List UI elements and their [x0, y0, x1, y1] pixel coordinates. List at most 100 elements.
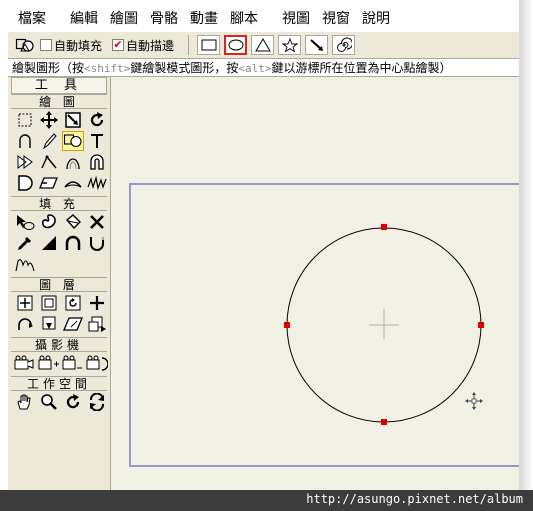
rotate-3d-icon[interactable] [38, 314, 60, 334]
layer-tools-grid [8, 292, 110, 337]
auto-fill-checkbox[interactable] [40, 39, 52, 51]
rectangle-shape-button[interactable] [197, 35, 221, 55]
zoom-camera-icon[interactable] [38, 353, 60, 373]
section-fill-label: 填 充 [11, 196, 107, 211]
arrow-icon [309, 39, 323, 51]
control-point-bottom [381, 419, 387, 425]
menu-help[interactable]: 說明 [356, 8, 396, 30]
auto-stroke-label: 自動描邊 [126, 38, 175, 53]
canvas-drawing [284, 224, 484, 425]
section-draw-label: 繪 圖 [11, 94, 107, 109]
camera-tools-grid [8, 352, 110, 376]
auto-stroke-option[interactable]: ✔ 自動描邊 [112, 37, 174, 54]
status-key-shift: <shift> [84, 62, 131, 75]
select-points-icon[interactable] [14, 110, 36, 130]
scale-icon[interactable] [62, 110, 84, 130]
separator [188, 35, 190, 55]
origin-crosshair [369, 309, 399, 339]
spiral-shape-button[interactable] [332, 35, 356, 55]
insert-point-icon[interactable] [14, 152, 36, 172]
star-icon [281, 38, 298, 52]
menu-draw[interactable]: 繪圖 [104, 8, 144, 30]
curve-icon[interactable] [14, 131, 36, 151]
close-shape-icon[interactable] [14, 173, 36, 193]
reset-view-icon[interactable] [86, 392, 108, 412]
canvas-area[interactable] [111, 77, 519, 490]
menu-view[interactable]: 視圖 [276, 8, 316, 30]
status-text-prefix: 繪製圖形（按 [12, 61, 85, 75]
curvature-icon[interactable] [62, 152, 84, 172]
bend-icon[interactable] [62, 173, 84, 193]
auto-fill-label: 自動填充 [54, 38, 103, 53]
menu-scripts[interactable]: 腳本 [224, 8, 264, 30]
hand-icon[interactable] [14, 392, 36, 412]
control-point-top [381, 224, 387, 230]
status-key-alt: <alt> [238, 62, 272, 75]
window-frame-right [519, 0, 533, 490]
section-layer-label: 圖 層 [11, 277, 107, 292]
magnet-icon[interactable] [86, 152, 108, 172]
exposure-icon[interactable] [14, 254, 36, 274]
tool-options-bar: 自動填充 ✔ 自動描邊 [8, 31, 519, 59]
menubar: 檔案 編輯 繪圖 骨骼 動畫 腳本 視圖 視窗 說明 [8, 8, 519, 30]
hide-edge-icon[interactable] [86, 233, 108, 253]
control-point-left [284, 322, 290, 328]
orbit-icon[interactable] [62, 392, 84, 412]
shear-icon[interactable] [38, 173, 60, 193]
text-icon[interactable] [86, 131, 108, 151]
menu-window[interactable]: 視窗 [316, 8, 356, 30]
ellipse-shape-button[interactable] [224, 35, 248, 55]
triangle-shape-button[interactable] [251, 35, 275, 55]
spiral-icon [336, 37, 352, 52]
window-frame-left [0, 0, 8, 490]
watermark-url: http://asungo.pixnet.net/album [306, 492, 523, 506]
eyedropper-icon[interactable] [14, 233, 36, 253]
auto-stroke-checkbox[interactable]: ✔ [112, 39, 125, 51]
delete-icon[interactable] [86, 212, 108, 232]
triangle-icon [254, 38, 271, 52]
roll-camera-icon[interactable] [62, 353, 84, 373]
section-workspace-label: 工作空間 [11, 376, 107, 391]
pan-camera-icon[interactable] [86, 353, 108, 373]
footer-bar: http://asungo.pixnet.net/album [0, 490, 533, 511]
follow-path-icon[interactable] [14, 314, 36, 334]
menu-animation[interactable]: 動畫 [184, 8, 224, 30]
arrow-shape-button[interactable] [305, 35, 329, 55]
track-camera-icon[interactable] [14, 353, 36, 373]
ellipse-icon [228, 39, 244, 51]
draw-shapes-icon[interactable] [62, 131, 84, 151]
rotate-layer-icon[interactable] [62, 293, 84, 313]
status-text-middle: 鍵繪製模式圖形，按 [130, 61, 239, 75]
fill-icon[interactable] [38, 212, 60, 232]
menu-file[interactable]: 檔案 [12, 8, 52, 30]
stroke-icon[interactable] [62, 233, 84, 253]
menu-edit[interactable]: 編輯 [64, 8, 104, 30]
set-origin-icon[interactable] [86, 293, 108, 313]
flip-icon[interactable] [86, 314, 108, 334]
paint-bucket-icon[interactable] [62, 212, 84, 232]
line-width-icon[interactable] [38, 233, 60, 253]
toolbox-title: 工 具 [11, 77, 107, 94]
shear-layer-icon[interactable] [62, 314, 84, 334]
noise-icon[interactable] [86, 173, 108, 193]
menu-bone[interactable]: 骨骼 [144, 8, 184, 30]
auto-fill-option[interactable]: 自動填充 [40, 37, 102, 54]
section-camera-label: 攝影機 [11, 337, 107, 352]
translate-layer-icon[interactable] [14, 293, 36, 313]
rectangle-icon [201, 39, 217, 51]
rotate-icon[interactable] [86, 110, 108, 130]
magnify-icon[interactable] [38, 392, 60, 412]
app-window: 檔案 編輯 繪圖 骨骼 動畫 腳本 視圖 視窗 說明 自動填充 ✔ 自動描邊 繪… [0, 0, 533, 511]
scale-layer-icon[interactable] [38, 293, 60, 313]
transform-icon[interactable] [38, 110, 60, 130]
workspace-tools-grid [8, 391, 110, 415]
fill-tools-grid [8, 211, 110, 277]
status-text-suffix: 鍵以游標所在位置為中心點繪製） [271, 61, 452, 75]
move-cursor-icon [465, 392, 483, 410]
select-shape-icon[interactable] [14, 212, 36, 232]
star-shape-button[interactable] [278, 35, 302, 55]
draw-tools-grid [8, 109, 110, 196]
peak-icon[interactable] [38, 152, 60, 172]
pen-icon[interactable] [38, 131, 60, 151]
control-point-right [478, 322, 484, 328]
